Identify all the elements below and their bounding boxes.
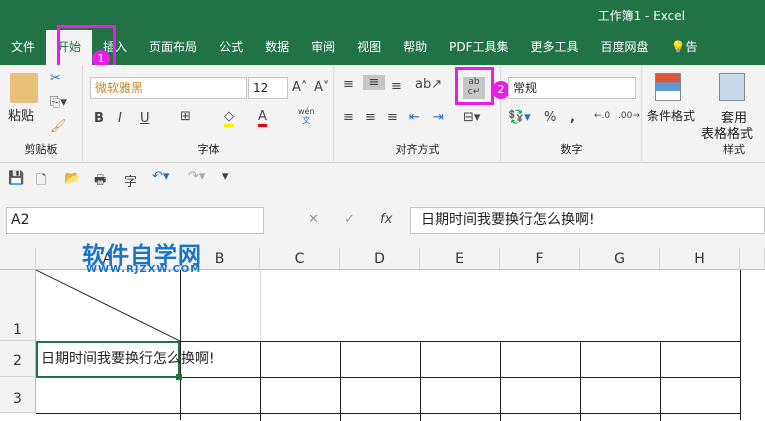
ribbon: 粘贴 ✂ ⎘▾ 🖌 剪贴板 微软雅黑 12 A˄ A˅ B I U ⊞ ◇ A … bbox=[0, 65, 765, 163]
row-header-2[interactable]: 2 bbox=[0, 341, 36, 377]
tab-data[interactable]: 数据 bbox=[254, 30, 300, 65]
name-box[interactable]: A2 bbox=[6, 207, 264, 234]
table-format-icon[interactable] bbox=[719, 73, 745, 101]
decrease-font-icon[interactable]: A˅ bbox=[314, 80, 329, 95]
fill-color-icon[interactable]: ◇ bbox=[224, 109, 234, 127]
font-color-icon[interactable]: A bbox=[258, 109, 267, 127]
cancel-icon[interactable]: ✕ bbox=[308, 212, 319, 227]
table-format-line2[interactable]: 表格格式 bbox=[701, 123, 753, 142]
font-name-select[interactable]: 微软雅黑 bbox=[90, 77, 247, 99]
column-header-i[interactable] bbox=[740, 248, 765, 270]
formula-input[interactable]: 日期时间我要换行怎么换啊! bbox=[410, 207, 765, 234]
tab-baidu[interactable]: 百度网盘 bbox=[590, 30, 660, 65]
open-icon[interactable]: 📂 bbox=[64, 171, 80, 186]
redo-icon[interactable]: ↷▾ bbox=[188, 169, 205, 184]
font-label: 字体 bbox=[197, 143, 220, 156]
tab-file[interactable]: 文件 bbox=[0, 30, 46, 65]
column-header-g[interactable]: G bbox=[580, 248, 660, 270]
alignment-label: 对齐方式 bbox=[395, 143, 440, 156]
cell-a2-text: 日期时间我要换行怎么换啊! bbox=[41, 351, 215, 367]
tab-page-layout[interactable]: 页面布局 bbox=[138, 30, 208, 65]
cut-icon[interactable]: ✂ bbox=[50, 71, 61, 86]
comma-button[interactable]: , bbox=[570, 110, 575, 125]
column-header-h[interactable]: H bbox=[660, 248, 740, 270]
lightbulb-icon: 💡 bbox=[670, 40, 686, 54]
customize-qat-icon[interactable]: ▾ bbox=[222, 169, 229, 184]
align-middle-icon[interactable]: ≡ bbox=[363, 75, 385, 90]
conditional-format-icon[interactable] bbox=[655, 73, 681, 101]
phonetic-top: wén bbox=[298, 107, 315, 116]
column-header-d[interactable]: D bbox=[340, 248, 420, 270]
number-format-select[interactable]: 常规 bbox=[508, 77, 636, 99]
column-header-f[interactable]: F bbox=[500, 248, 580, 270]
accounting-format-icon[interactable]: 💱▾ bbox=[508, 110, 531, 125]
clipboard-group: 粘贴 ✂ ⎘▾ 🖌 剪贴板 bbox=[0, 65, 83, 161]
column-header-e[interactable]: E bbox=[420, 248, 500, 270]
highlight-wrap-text bbox=[455, 67, 494, 105]
font-group: 微软雅黑 12 A˄ A˅ B I U ⊞ ◇ A wén 文 字体 bbox=[84, 65, 334, 161]
underline-button[interactable]: U bbox=[140, 111, 150, 126]
phonetic-icon[interactable]: wén 文 bbox=[298, 107, 315, 125]
quick-access-toolbar: 💾 🗋 📂 🖶 字 ↶▾ ↷▾ ▾ bbox=[0, 163, 765, 195]
align-right-icon[interactable]: ≡ bbox=[387, 110, 398, 125]
percent-button[interactable]: % bbox=[544, 110, 556, 125]
border-icon[interactable]: ⊞ bbox=[180, 109, 191, 124]
tab-formulas[interactable]: 公式 bbox=[208, 30, 254, 65]
watermark-url: WWW.RJZXW.COM bbox=[86, 264, 202, 275]
increase-decimal-icon[interactable]: ←.0 bbox=[594, 111, 610, 121]
clipboard-label: 剪贴板 bbox=[24, 143, 58, 156]
tab-view[interactable]: 视图 bbox=[346, 30, 392, 65]
window-title: 工作簿1 - Excel bbox=[597, 9, 685, 23]
number-group: 常规 💱▾ % , ←.0 .00→ 数字 bbox=[502, 65, 642, 161]
save-icon[interactable]: 💾 bbox=[8, 171, 24, 186]
row-header-3[interactable]: 3 bbox=[0, 377, 36, 413]
align-top-icon[interactable]: ≡ bbox=[343, 77, 354, 92]
copy-icon[interactable]: ⎘▾ bbox=[50, 95, 67, 110]
styles-group: 条件格式 套用 表格格式 样式 bbox=[643, 65, 765, 161]
tab-tell-me[interactable]: 💡告 bbox=[660, 30, 709, 65]
paste-icon[interactable] bbox=[10, 73, 38, 103]
orientation-icon[interactable]: ab↗ bbox=[415, 77, 442, 92]
enter-icon[interactable]: ✓ bbox=[344, 212, 355, 227]
tab-pdf[interactable]: PDF工具集 bbox=[438, 30, 519, 65]
styles-label: 样式 bbox=[723, 143, 745, 156]
fill-handle[interactable] bbox=[176, 374, 182, 380]
cell-a1-diagonal-border bbox=[36, 270, 180, 341]
format-painter-icon[interactable]: 🖌 bbox=[50, 119, 67, 134]
align-center-icon[interactable]: ≡ bbox=[365, 110, 376, 125]
paste-button[interactable]: 粘贴 bbox=[8, 105, 34, 124]
insert-function-button[interactable]: fx bbox=[380, 212, 392, 227]
print-preview-icon[interactable]: 🖶 bbox=[94, 171, 106, 193]
conditional-format-button[interactable]: 条件格式 bbox=[647, 107, 695, 124]
cell-a2[interactable]: 日期时间我要换行怎么换啊! bbox=[36, 341, 215, 378]
select-all-corner[interactable] bbox=[0, 248, 36, 270]
new-icon[interactable]: 🗋 bbox=[36, 171, 46, 193]
tell-me-label: 告 bbox=[685, 40, 698, 54]
decrease-indent-icon[interactable]: ⇤ bbox=[409, 110, 420, 125]
font-size-select[interactable]: 12 bbox=[248, 77, 288, 99]
increase-font-icon[interactable]: A˄ bbox=[292, 80, 307, 95]
row-header-1[interactable]: 1 bbox=[0, 270, 36, 341]
increase-indent-icon[interactable]: ⇥ bbox=[433, 110, 444, 125]
tab-help[interactable]: 帮助 bbox=[392, 30, 438, 65]
align-left-icon[interactable]: ≡ bbox=[343, 110, 354, 125]
undo-icon[interactable]: ↶▾ bbox=[152, 169, 169, 184]
number-label: 数字 bbox=[560, 143, 583, 156]
phonetic-bottom: 文 bbox=[302, 116, 311, 125]
italic-button[interactable]: I bbox=[118, 111, 122, 126]
align-bottom-icon[interactable]: ≡ bbox=[391, 79, 402, 94]
tab-review[interactable]: 审阅 bbox=[300, 30, 346, 65]
decrease-decimal-icon[interactable]: .00→ bbox=[618, 111, 640, 121]
spelling-icon[interactable]: 字 bbox=[124, 171, 137, 190]
bold-button[interactable]: B bbox=[94, 111, 104, 126]
merge-center-icon[interactable]: ⊟▾ bbox=[463, 110, 480, 125]
column-header-c[interactable]: C bbox=[260, 248, 340, 270]
tab-more-tools[interactable]: 更多工具 bbox=[520, 30, 590, 65]
